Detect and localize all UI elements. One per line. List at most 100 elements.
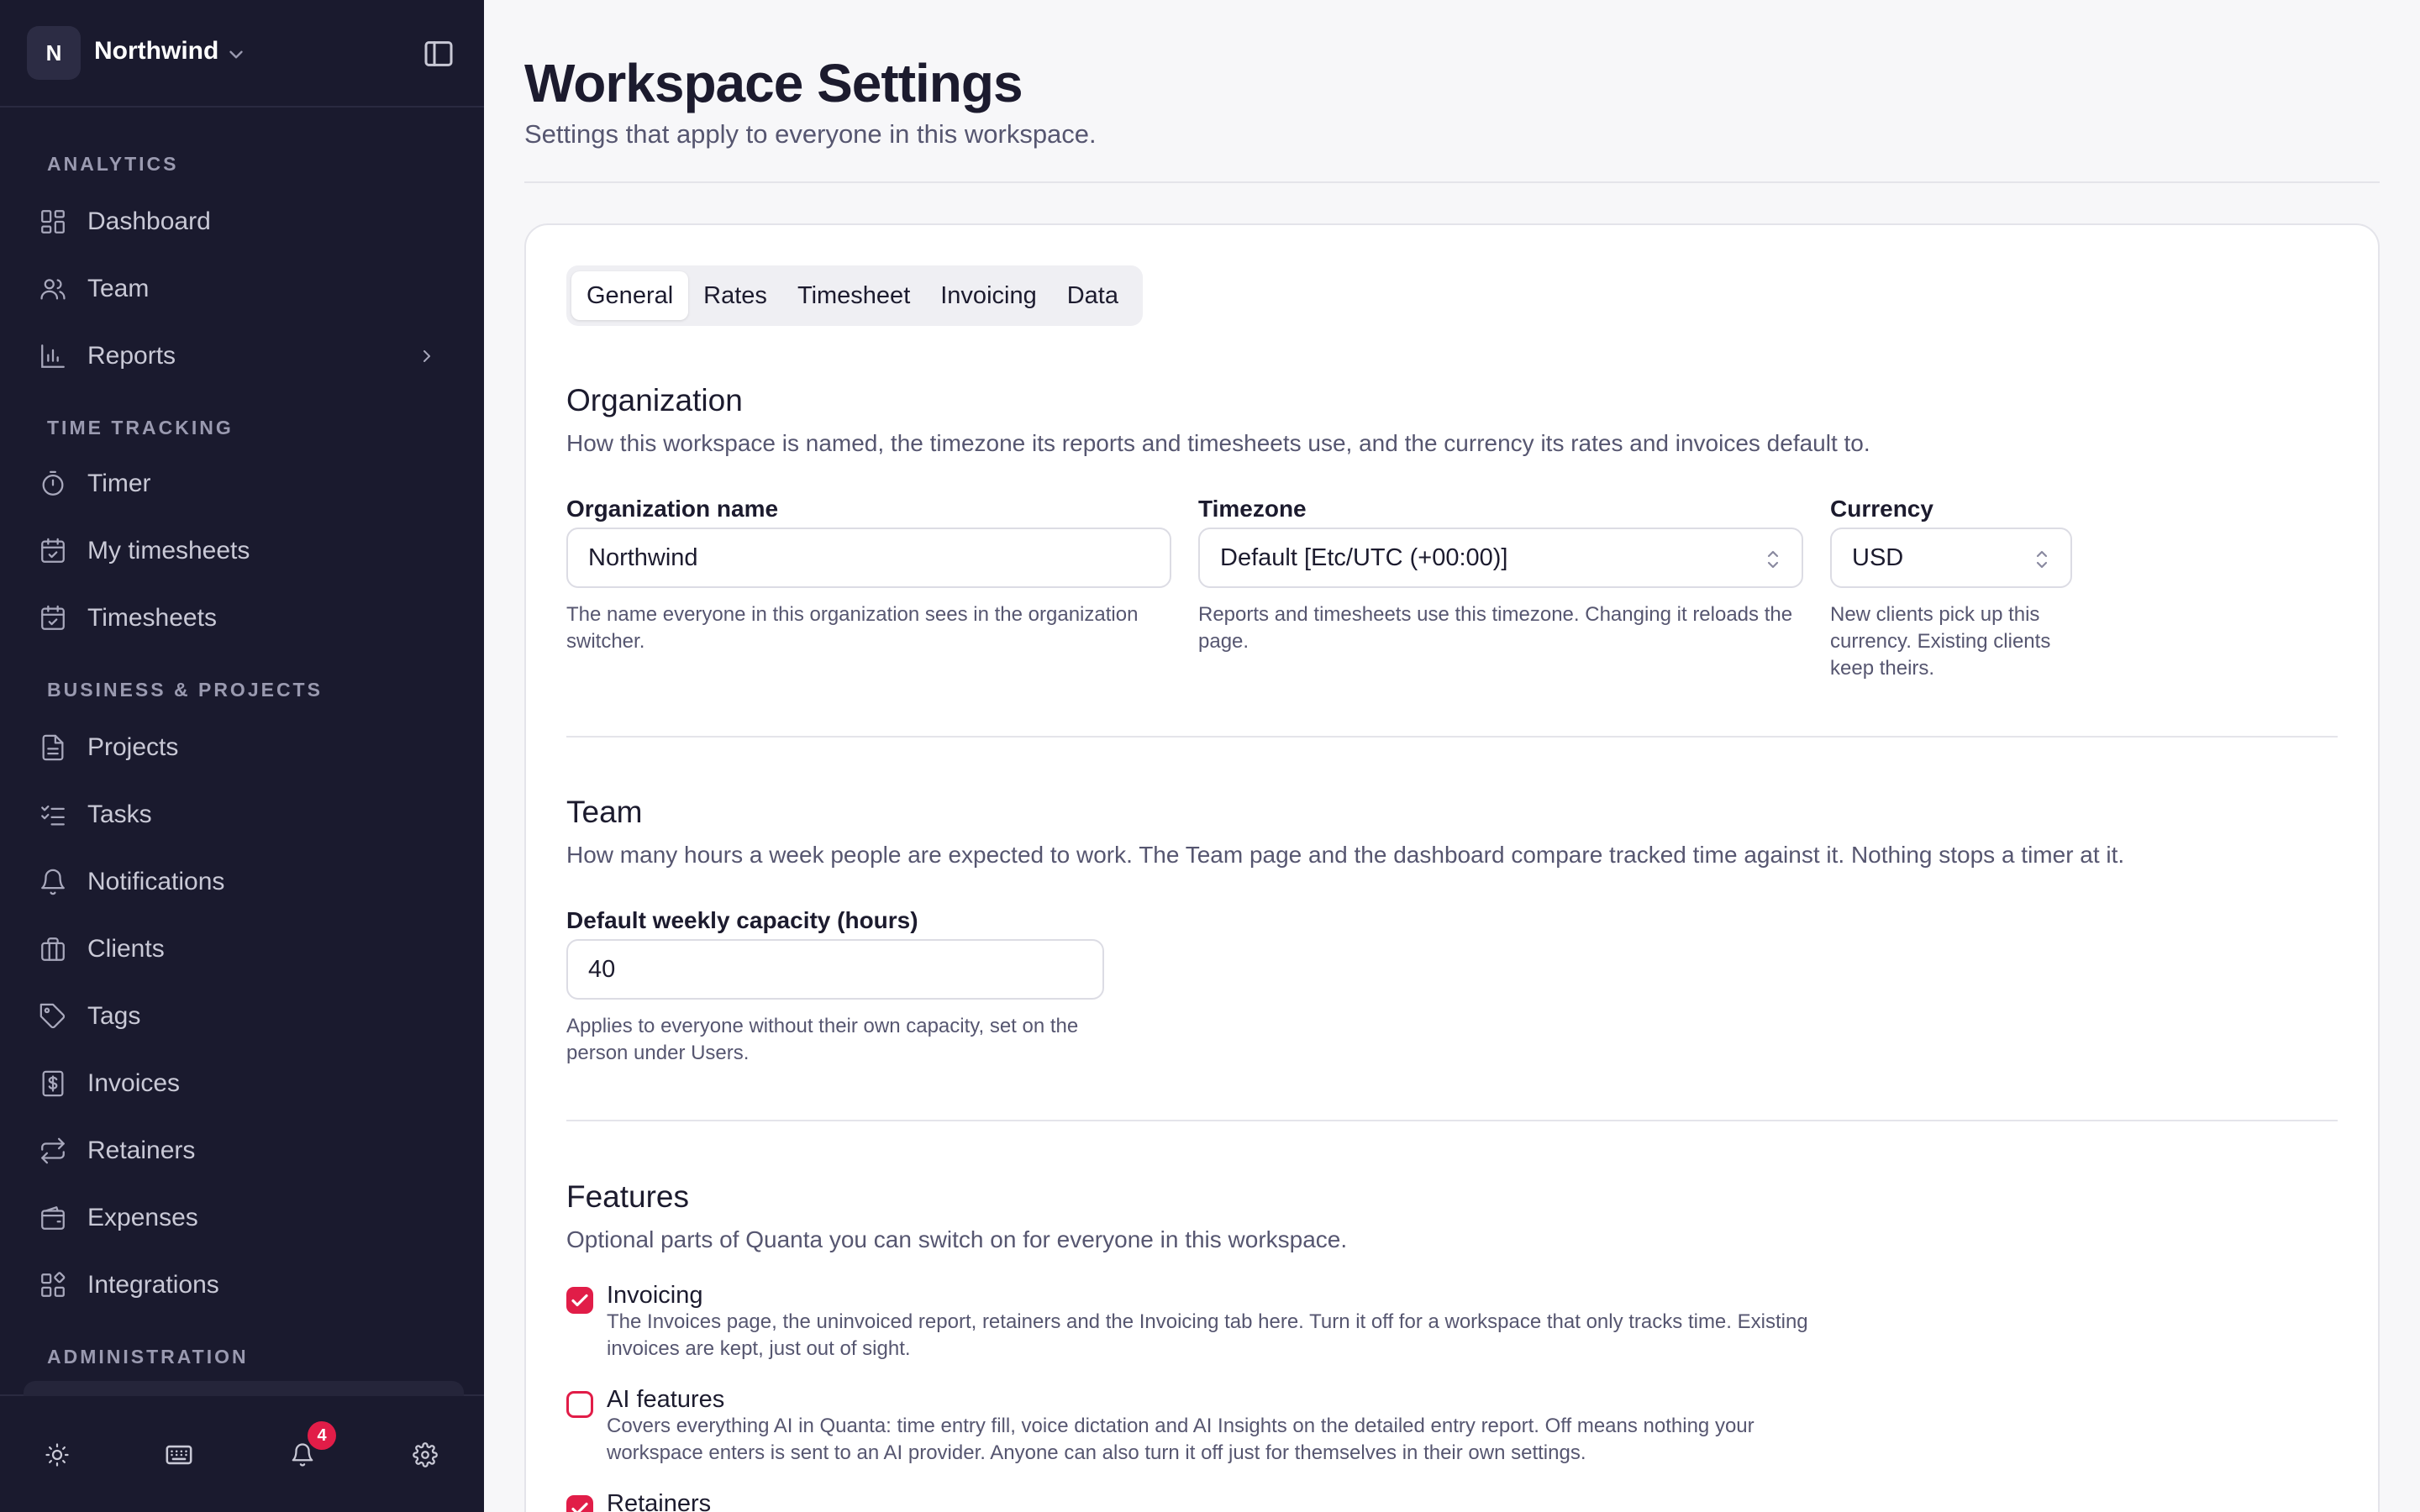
chevron-up-down-icon <box>2036 550 2048 569</box>
sidebar-item-notifications[interactable]: Notifications <box>34 855 454 909</box>
checklist-icon <box>41 805 65 826</box>
feature-title: Invoicing <box>607 1282 703 1309</box>
sidebar-item-reports[interactable]: Reports <box>34 329 454 383</box>
sidebar-footer <box>0 1381 484 1512</box>
check-icon <box>571 1502 588 1512</box>
nav-section-analytics: ANALYTICS <box>47 153 179 175</box>
weekly-capacity-help: Applies to everyone without their own ca… <box>566 1015 1079 1064</box>
tab-data[interactable]: Data <box>1052 271 1134 320</box>
invoicing-checkbox[interactable] <box>566 1287 593 1314</box>
feature-description: Covers everything AI in Quanta: time ent… <box>607 1415 1754 1464</box>
chevron-up-down-icon <box>1767 550 1779 569</box>
keyboard-icon <box>166 1445 192 1465</box>
repeat-icon <box>41 1137 65 1164</box>
integrations-icon <box>41 1272 66 1297</box>
document-icon <box>42 734 64 761</box>
keyboard-shortcuts-button[interactable] <box>160 1436 197 1473</box>
sidebar: N Northwind ANALYTICS Dashboard Team Rep… <box>0 0 484 1512</box>
theme-toggle-button[interactable] <box>39 1436 76 1473</box>
check-icon <box>571 1294 588 1307</box>
sidebar-item-label: Timesheets <box>87 604 217 632</box>
sidebar-item-timer[interactable]: Timer <box>34 457 454 511</box>
tab-rates[interactable]: Rates <box>688 271 782 320</box>
tab-timesheet[interactable]: Timesheet <box>782 271 925 320</box>
nav-section-time-tracking: TIME TRACKING <box>47 417 234 438</box>
organization-section-description: How this workspace is named, the timezon… <box>566 430 1870 456</box>
timezone-select-value: Default [Etc/UTC (+00:00)] <box>1220 543 1508 571</box>
currency-select-value: USD <box>1852 543 1904 571</box>
organization-name-input[interactable]: Northwind <box>566 528 1171 588</box>
stopwatch-icon <box>42 470 64 496</box>
sun-icon <box>45 1443 69 1467</box>
sidebar-toggle-icon[interactable] <box>420 37 457 71</box>
sidebar-item-my-timesheets[interactable]: My timesheets <box>34 524 454 578</box>
features-section-description: Optional parts of Quanta you can switch … <box>566 1226 1348 1252</box>
header-divider <box>524 181 2380 183</box>
retainers-checkbox[interactable] <box>566 1495 593 1512</box>
sidebar-item-dashboard[interactable]: Dashboard <box>34 195 454 249</box>
sidebar-item-label: Clients <box>87 935 165 963</box>
dashboard-icon <box>41 210 65 234</box>
sidebar-item-expenses[interactable]: Expenses <box>34 1191 454 1245</box>
sidebar-item-label: Tags <box>87 1002 141 1030</box>
tag-icon <box>39 1003 66 1029</box>
sidebar-item-label: Dashboard <box>87 207 211 235</box>
sidebar-item-invoices[interactable]: Invoices <box>34 1057 454 1110</box>
organization-name-help: The name everyone in this organization s… <box>566 603 1139 653</box>
team-section-description: How many hours a week people are expecte… <box>566 842 2125 868</box>
sidebar-item-tags[interactable]: Tags <box>34 990 454 1043</box>
workspace-name: Northwind <box>94 37 219 65</box>
bar-chart-icon <box>41 344 65 368</box>
page-subtitle: Settings that apply to everyone in this … <box>524 119 1097 149</box>
tab-general[interactable]: General <box>571 271 689 320</box>
sidebar-item-label: Timer <box>87 470 151 497</box>
sidebar-item-label: Retainers <box>87 1137 196 1164</box>
section-divider <box>566 736 2338 738</box>
currency-label: Currency <box>1830 496 1933 522</box>
organization-name-label: Organization name <box>566 496 779 522</box>
timezone-select[interactable]: Default [Etc/UTC (+00:00)] <box>1198 528 1803 588</box>
nav-item-peek <box>24 1381 464 1396</box>
sidebar-item-integrations[interactable]: Integrations <box>34 1258 454 1312</box>
organization-section-title: Organization <box>566 383 743 417</box>
sidebar-item-projects[interactable]: Projects <box>34 721 454 774</box>
feature-invoicing: Invoicing The Invoices page, the uninvoi… <box>566 1282 1860 1366</box>
feature-retainers: Retainers <box>566 1490 1860 1512</box>
section-divider <box>566 1120 2338 1121</box>
workspace-avatar: N <box>27 26 81 80</box>
sidebar-item-label: Expenses <box>87 1204 198 1231</box>
sidebar-item-label: Notifications <box>87 868 225 895</box>
timezone-help: Reports and timesheets use this timezone… <box>1198 603 1793 653</box>
sidebar-item-label: My timesheets <box>87 537 250 564</box>
chevron-down-icon <box>229 50 243 59</box>
sidebar-item-label: Tasks <box>87 801 152 828</box>
sidebar-item-label: Team <box>87 275 150 302</box>
currency-help: New clients pick up this currency. Exist… <box>1830 603 2051 680</box>
page-title: Workspace Settings <box>524 53 1023 113</box>
weekly-capacity-label: Default weekly capacity (hours) <box>566 907 918 933</box>
notification-count-badge: 4 <box>308 1421 336 1450</box>
settings-button[interactable] <box>407 1436 444 1473</box>
tab-invoicing[interactable]: Invoicing <box>925 271 1051 320</box>
currency-select[interactable]: USD <box>1830 528 2072 588</box>
weekly-capacity-input[interactable]: 40 <box>566 939 1104 1000</box>
sidebar-item-clients[interactable]: Clients <box>34 922 454 976</box>
workspace-switcher[interactable]: N Northwind <box>0 0 484 108</box>
feature-description: The Invoices page, the uninvoiced report… <box>607 1310 1808 1360</box>
gear-icon <box>413 1442 438 1467</box>
calendar-check-icon <box>41 605 65 630</box>
nav-section-business-projects: BUSINESS & PROJECTS <box>47 679 323 701</box>
sidebar-item-label: Invoices <box>87 1069 181 1097</box>
invoice-icon <box>42 1070 64 1097</box>
users-icon <box>40 279 66 300</box>
feature-title: Retainers <box>607 1490 712 1512</box>
sidebar-item-timesheets[interactable]: Timesheets <box>34 591 454 645</box>
sidebar-item-retainers[interactable]: Retainers <box>34 1124 454 1178</box>
sidebar-item-label: Reports <box>87 342 176 370</box>
feature-ai: AI features Covers everything AI in Quan… <box>566 1386 1860 1470</box>
sidebar-item-tasks[interactable]: Tasks <box>34 788 454 842</box>
sidebar-item-label: Integrations <box>87 1271 219 1299</box>
wallet-icon <box>41 1206 65 1230</box>
ai-features-checkbox[interactable] <box>566 1391 593 1418</box>
sidebar-item-team[interactable]: Team <box>34 262 454 316</box>
